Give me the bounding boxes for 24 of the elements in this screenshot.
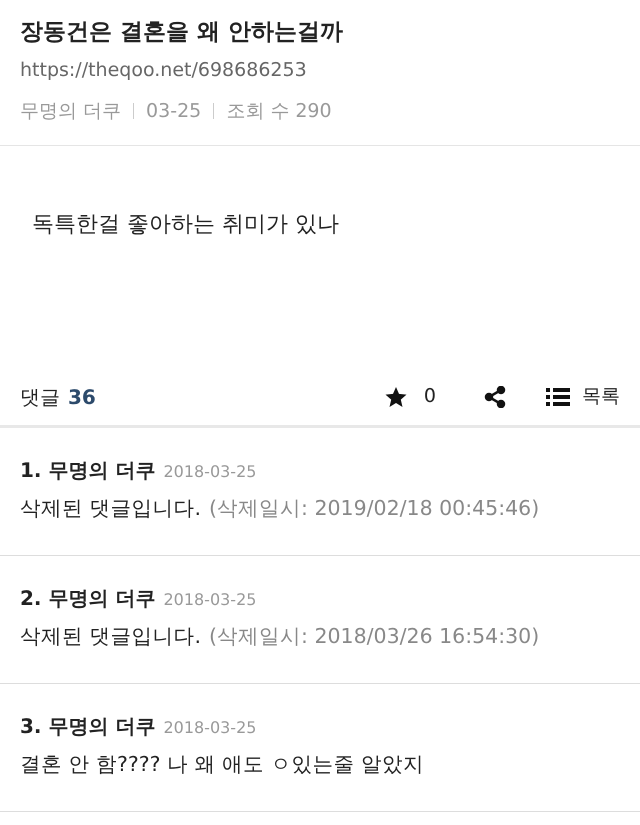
- post-body: 독특한걸 좋아하는 취미가 있나: [32, 211, 340, 239]
- comments-label: 댓글: [20, 384, 60, 410]
- share-icon[interactable]: [484, 386, 506, 408]
- comment-author: 2. 무명의 더쿠: [20, 585, 156, 612]
- deletion-note: (삭제일시: 2018/03/26 16:54:30): [209, 623, 540, 650]
- star-icon[interactable]: [384, 384, 408, 408]
- post-meta: 03-25: [146, 98, 202, 124]
- deletion-note: (삭제일시: 2019/02/18 00:45:46): [209, 495, 540, 522]
- post-meta: 무명의 더쿠: [20, 98, 122, 124]
- post-url[interactable]: https://theqoo.net/698686253: [20, 56, 620, 84]
- comment-date: 2018-03-25: [163, 461, 256, 483]
- like-count: 0: [424, 384, 436, 410]
- list-icon: [546, 386, 570, 406]
- comment-date: 2018-03-25: [163, 589, 256, 611]
- comment-author: 3. 무명의 더쿠: [20, 713, 156, 740]
- comments-count: 36: [68, 384, 96, 410]
- comment-text: 삭제된 댓글입니다.: [20, 623, 202, 650]
- list-button[interactable]: 목록: [546, 382, 620, 411]
- comment-date: 2018-03-25: [163, 717, 256, 739]
- comment-author: 1. 무명의 더쿠: [20, 457, 156, 484]
- comment-text: 결혼 안 함???? 나 왜 애도 ㅇ있는줄 알았지: [20, 751, 424, 778]
- post-title: 장동건은 결혼을 왜 안하는걸까: [20, 18, 344, 47]
- post-meta: 조회 수 290: [226, 98, 332, 124]
- comment-text: 삭제된 댓글입니다.: [20, 495, 202, 522]
